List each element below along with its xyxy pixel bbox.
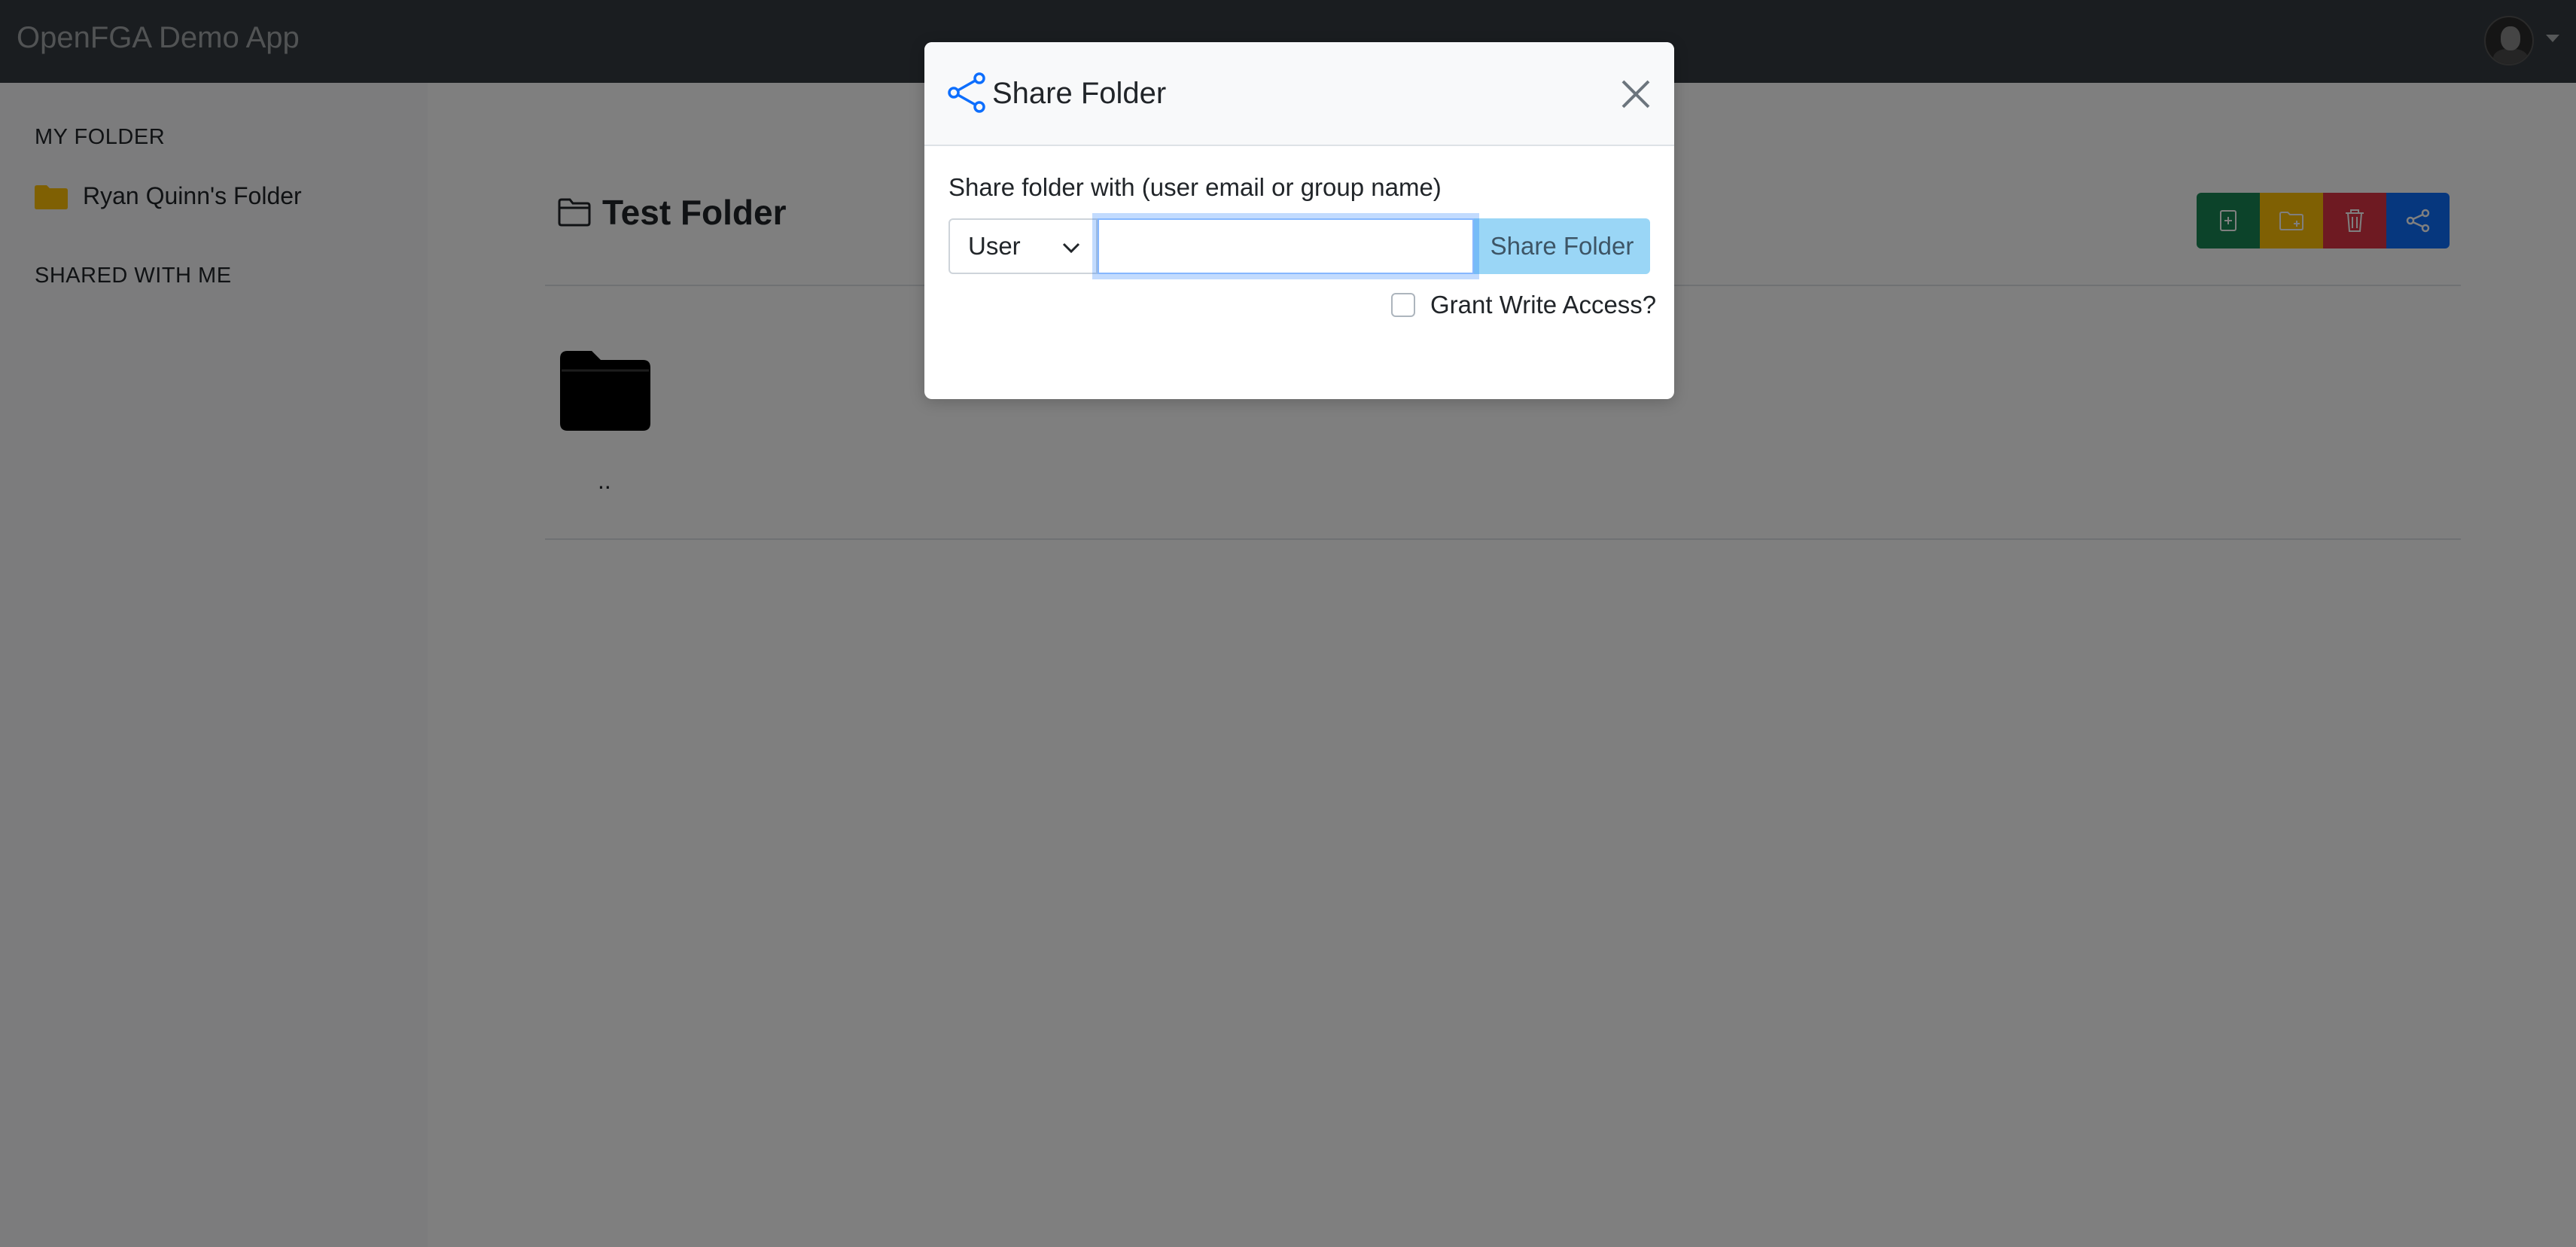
write-access-label[interactable]: Grant Write Access? <box>1430 291 1656 319</box>
share-with-label: Share folder with (user email or group n… <box>948 173 1442 201</box>
modal-header: Share Folder <box>924 42 1674 146</box>
share-folder-modal: Share Folder Share folder with (user ema… <box>924 42 1674 399</box>
close-icon[interactable] <box>1617 75 1655 113</box>
modal-title: Share Folder <box>992 77 1167 110</box>
share-folder-button[interactable]: Share Folder <box>1474 218 1650 274</box>
share-input-group: User Share Folder <box>948 218 1650 274</box>
share-icon <box>948 72 985 113</box>
write-access-row[interactable]: Grant Write Access? <box>1391 291 1656 319</box>
chevron-down-icon <box>1062 242 1080 254</box>
principal-type-select[interactable]: User <box>948 218 1098 274</box>
write-access-checkbox[interactable] <box>1391 293 1415 317</box>
select-value: User <box>968 232 1021 260</box>
share-target-input[interactable] <box>1098 218 1474 274</box>
